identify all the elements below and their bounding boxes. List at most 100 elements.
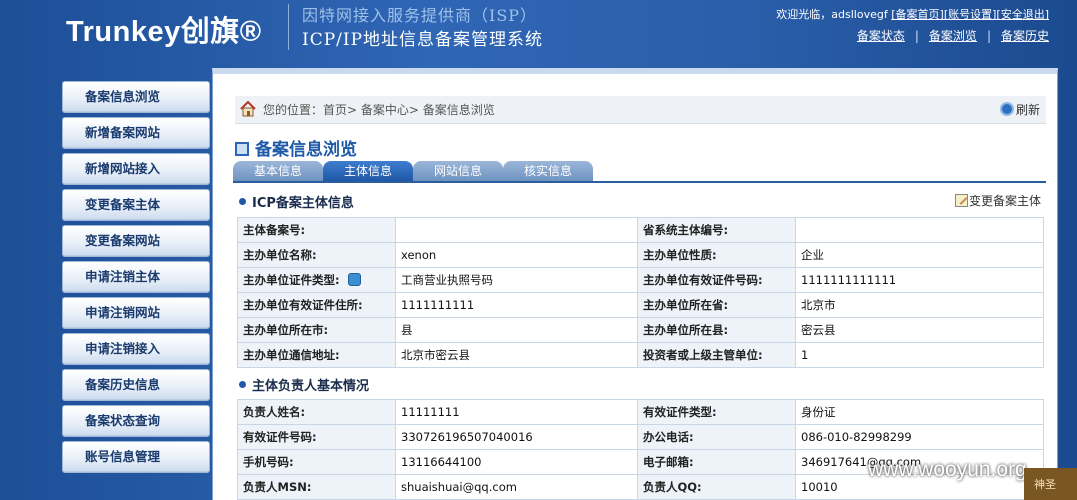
sidebar-item-account[interactable]: 账号信息管理 xyxy=(62,441,210,473)
field-label: 主体备案号: xyxy=(237,217,396,243)
sidebar-item-add-site[interactable]: 新增备案网站 xyxy=(62,117,210,149)
nav-browse-link[interactable]: 备案浏览 xyxy=(929,29,977,43)
field-value: 县 xyxy=(395,317,638,343)
bullet-icon xyxy=(239,381,246,388)
table-row: 主体备案号: 省系统主体编号: xyxy=(237,217,1044,243)
field-value: 13116644100 xyxy=(395,449,638,475)
field-label: 省系统主体编号: xyxy=(637,217,796,243)
sidebar-item-cancel-subject[interactable]: 申请注销主体 xyxy=(62,261,210,293)
bullet-icon xyxy=(239,198,246,205)
home-icon[interactable] xyxy=(239,100,257,118)
sidebar-item-status-query[interactable]: 备案状态查询 xyxy=(62,405,210,437)
sidebar: 备案信息浏览 新增备案网站 新增网站接入 变更备案主体 变更备案网站 申请注销主… xyxy=(62,81,210,477)
field-value: 330726196507040016 xyxy=(395,424,638,450)
field-label: 主办单位通信地址: xyxy=(237,342,396,368)
sidebar-item-change-subject[interactable]: 变更备案主体 xyxy=(62,189,210,221)
field-value: 企业 xyxy=(795,242,1044,268)
page-title-text: 备案信息浏览 xyxy=(255,140,357,160)
field-label: 负责人姓名: xyxy=(237,399,396,425)
table-row: 主办单位证件类型: 工商营业执照号码 主办单位有效证件号码: 111111111… xyxy=(237,267,1044,293)
account-settings-link[interactable]: [账号设置] xyxy=(944,8,997,21)
field-value: 1111111111 xyxy=(395,292,638,318)
field-label: 主办单位性质: xyxy=(637,242,796,268)
change-subject-button[interactable]: 变更备案主体 xyxy=(954,192,1041,209)
edit-icon xyxy=(954,194,968,207)
change-subject-label: 变更备案主体 xyxy=(968,194,1041,208)
field-label: 主办单位所在县: xyxy=(637,317,796,343)
page-title: 备案信息浏览 xyxy=(235,135,357,160)
table-row: 主办单位通信地址: 北京市密云县 投资者或上级主管单位: 1 xyxy=(237,342,1044,368)
header: Trunkey创旗® 因特网接入服务提供商（ISP） ICP/IP地址信息备案管… xyxy=(0,0,1077,66)
breadcrumb-text: 您的位置：首页> 备案中心> 备案信息浏览 xyxy=(263,103,495,117)
field-value: 北京市密云县 xyxy=(395,342,638,368)
sidebar-item-history[interactable]: 备案历史信息 xyxy=(62,369,210,401)
system-title: ICP/IP地址信息备案管理系统 xyxy=(302,30,544,50)
field-label: 有效证件类型: xyxy=(637,399,796,425)
sidebar-item-change-site[interactable]: 变更备案网站 xyxy=(62,225,210,257)
field-value xyxy=(795,217,1044,243)
header-divider xyxy=(288,4,289,50)
refresh-button[interactable]: 刷新 xyxy=(999,96,1040,124)
tab-basic-info[interactable]: 基本信息 xyxy=(233,161,323,181)
field-label: 负责人MSN: xyxy=(237,474,396,500)
field-label: 主办单位所在省: xyxy=(637,292,796,318)
breadcrumb: 您的位置：首页> 备案中心> 备案信息浏览 刷新 xyxy=(235,96,1046,124)
logo: Trunkey创旗® xyxy=(66,16,262,48)
field-label: 办公电话: xyxy=(637,424,796,450)
refresh-icon xyxy=(999,102,1014,116)
section-responsible-person-title: 主体负责人基本情况 xyxy=(252,379,370,394)
responsible-person-table: 负责人姓名: 11111111 有效证件类型: 身份证 有效证件号码: 3307… xyxy=(237,399,1044,500)
field-value: 1 xyxy=(795,342,1044,368)
tab-subject-info[interactable]: 主体信息 xyxy=(323,161,413,181)
sidebar-item-cancel-site[interactable]: 申请注销网站 xyxy=(62,297,210,329)
tab-bar: 基本信息 主体信息 网站信息 核实信息 xyxy=(233,161,1046,183)
field-label: 主办单位所在市: xyxy=(237,317,396,343)
field-value: 工商营业执照号码 xyxy=(395,267,638,293)
sidebar-item-add-access[interactable]: 新增网站接入 xyxy=(62,153,210,185)
field-label: 投资者或上级主管单位: xyxy=(637,342,796,368)
section-responsible-person: 主体负责人基本情况 xyxy=(239,375,369,394)
field-label: 负责人QQ: xyxy=(637,474,796,500)
field-label: 主办单位名称: xyxy=(237,242,396,268)
tab-verify-info[interactable]: 核实信息 xyxy=(503,161,593,181)
field-label-cert-type: 主办单位证件类型: xyxy=(237,267,396,293)
field-label-text: 主办单位证件类型: xyxy=(243,273,340,287)
certificate-icon[interactable] xyxy=(347,273,361,286)
table-row: 负责人姓名: 11111111 有效证件类型: 身份证 xyxy=(237,399,1044,425)
field-label: 主办单位有效证件号码: xyxy=(637,267,796,293)
corner-badge: 神圣 xyxy=(1024,468,1077,500)
section-icp-subject-title: ICP备案主体信息 xyxy=(252,196,354,211)
sidebar-item-browse[interactable]: 备案信息浏览 xyxy=(62,81,210,113)
title-square-icon xyxy=(235,142,249,156)
table-row: 主办单位名称: xenon 主办单位性质: 企业 xyxy=(237,242,1044,268)
table-row: 主办单位所在市: 县 主办单位所在县: 密云县 xyxy=(237,317,1044,343)
field-value: 1111111111111 xyxy=(795,267,1044,293)
nav-status-link[interactable]: 备案状态 xyxy=(857,29,905,43)
nav-separator: | xyxy=(986,29,991,43)
field-label: 电子邮箱: xyxy=(637,449,796,475)
sidebar-item-cancel-access[interactable]: 申请注销接入 xyxy=(62,333,210,365)
field-value: xenon xyxy=(395,242,638,268)
field-value: 11111111 xyxy=(395,399,638,425)
tab-website-info[interactable]: 网站信息 xyxy=(413,161,503,181)
field-value: 086-010-82998299 xyxy=(795,424,1044,450)
refresh-label: 刷新 xyxy=(1015,103,1040,117)
subject-info-table: 主体备案号: 省系统主体编号: 主办单位名称: xenon 主办单位性质: 企业… xyxy=(237,217,1044,368)
watermark: www.wooyun.org xyxy=(868,458,1027,481)
field-label: 有效证件号码: xyxy=(237,424,396,450)
welcome-bar: 欢迎光临，adsllovegf [备案首页][账号设置][安全退出] xyxy=(776,6,1049,22)
welcome-text: 欢迎光临，adsllovegf xyxy=(776,8,888,21)
nav-history-link[interactable]: 备案历史 xyxy=(1001,29,1049,43)
home-link[interactable]: [备案首页] xyxy=(891,8,944,21)
field-value: shuaishuai@qq.com xyxy=(395,474,638,500)
field-value: 密云县 xyxy=(795,317,1044,343)
field-label: 主办单位有效证件住所: xyxy=(237,292,396,318)
top-nav: 备案状态 | 备案浏览 | 备案历史 xyxy=(857,27,1049,44)
main-panel: 您的位置：首页> 备案中心> 备案信息浏览 刷新 备案信息浏览 基本信息 主体信… xyxy=(212,68,1058,500)
table-row: 有效证件号码: 330726196507040016 办公电话: 086-010… xyxy=(237,424,1044,450)
logout-link[interactable]: [安全退出] xyxy=(996,8,1049,21)
field-value xyxy=(395,217,638,243)
section-icp-subject: ICP备案主体信息 xyxy=(239,192,354,211)
table-row: 主办单位有效证件住所: 1111111111 主办单位所在省: 北京市 xyxy=(237,292,1044,318)
system-subtitle-isp: 因特网接入服务提供商（ISP） xyxy=(302,6,538,25)
